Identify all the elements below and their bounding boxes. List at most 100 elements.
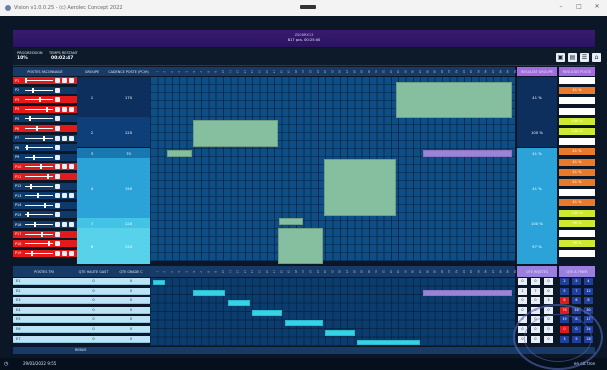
slider-knob[interactable] — [32, 87, 34, 93]
minimize-icon[interactable]: – — [556, 3, 566, 10]
poste-row[interactable]: P5 — [13, 115, 77, 123]
poste-action-button[interactable] — [62, 135, 67, 141]
poste-slider[interactable] — [25, 174, 53, 179]
slider-knob[interactable] — [33, 154, 35, 160]
slider-knob[interactable] — [36, 126, 38, 131]
tri-task-block[interactable] — [252, 310, 282, 316]
poste-action-button[interactable] — [55, 222, 60, 227]
poste-action-button[interactable] — [69, 222, 74, 227]
slider-knob[interactable] — [41, 231, 43, 237]
poste-action-button[interactable] — [62, 222, 67, 227]
poste-action-button[interactable] — [62, 164, 67, 170]
poste-action-button[interactable] — [55, 183, 60, 189]
poste-slider[interactable] — [25, 222, 53, 227]
poste-action-button[interactable] — [55, 231, 60, 237]
slider-knob[interactable] — [40, 164, 42, 170]
poste-row[interactable]: P4 — [13, 105, 77, 113]
poste-slider[interactable] — [25, 126, 53, 131]
poste-row[interactable]: P1 — [13, 77, 77, 84]
poste-slider[interactable] — [25, 250, 53, 256]
poste-row[interactable]: P11 — [13, 173, 77, 180]
poste-action-button[interactable] — [69, 106, 74, 112]
poste-slider[interactable] — [25, 193, 53, 199]
machine-icon[interactable]: ⌂ — [592, 53, 601, 62]
poste-action-button[interactable] — [55, 202, 60, 208]
poste-action-button[interactable] — [62, 78, 67, 83]
slider-knob[interactable] — [39, 97, 41, 103]
poste-action-button[interactable] — [69, 164, 74, 170]
maximize-icon[interactable]: □ — [574, 3, 584, 10]
poste-action-button[interactable] — [55, 106, 60, 112]
task-block[interactable] — [278, 228, 323, 264]
tri-row[interactable]: E2 0 0 — [13, 287, 150, 295]
save-icon[interactable]: ▣ — [556, 53, 565, 62]
poste-row[interactable]: P17 — [13, 230, 77, 238]
poste-slider[interactable] — [25, 106, 53, 112]
poste-row[interactable]: P8 — [13, 144, 77, 152]
poste-action-button[interactable] — [62, 193, 67, 199]
poste-action-button[interactable] — [55, 97, 60, 103]
poste-action-button[interactable] — [55, 145, 60, 151]
tri-row[interactable]: E4 0 0 — [13, 306, 150, 314]
poste-action-button[interactable] — [55, 241, 60, 247]
poste-action-button[interactable] — [69, 78, 74, 83]
tri-task-block[interactable] — [228, 300, 250, 306]
poste-slider[interactable] — [25, 97, 53, 103]
poste-slider[interactable] — [25, 231, 53, 237]
poste-slider[interactable] — [25, 202, 53, 208]
poste-action-button[interactable] — [69, 193, 74, 199]
poste-slider[interactable] — [25, 87, 53, 93]
task-block[interactable] — [279, 218, 303, 225]
tri-task-block-purple[interactable] — [423, 290, 512, 296]
poste-action-button[interactable] — [55, 174, 60, 179]
tri-row[interactable]: E6 0 0 — [13, 326, 150, 333]
task-block[interactable] — [167, 150, 192, 157]
tri-task-block[interactable] — [285, 320, 323, 326]
poste-row[interactable]: P13 — [13, 192, 77, 200]
poste-action-button[interactable] — [55, 193, 60, 199]
poste-slider[interactable] — [25, 116, 53, 122]
poste-slider[interactable] — [25, 164, 53, 170]
poste-row[interactable]: P19 — [13, 249, 77, 257]
tri-task-block[interactable] — [153, 280, 165, 285]
tri-row[interactable]: E7 0 0 — [13, 335, 150, 343]
poste-action-button[interactable] — [62, 106, 67, 112]
poste-row[interactable]: P14 — [13, 201, 77, 209]
poste-row[interactable]: P15 — [13, 211, 77, 219]
slider-knob[interactable] — [34, 222, 36, 227]
poste-action-button[interactable] — [55, 250, 60, 256]
poste-slider[interactable] — [25, 135, 53, 141]
tri-task-block[interactable] — [325, 330, 355, 336]
close-icon[interactable]: ✕ — [592, 3, 602, 10]
poste-slider[interactable] — [25, 78, 53, 83]
slider-knob[interactable] — [31, 250, 33, 256]
tri-row[interactable]: E3 0 0 — [13, 297, 150, 305]
poste-action-button[interactable] — [55, 135, 60, 141]
poste-action-button[interactable] — [69, 250, 74, 256]
slider-knob[interactable] — [29, 116, 31, 122]
poste-slider[interactable] — [25, 212, 53, 218]
tri-row[interactable]: E1 0 0 — [13, 278, 150, 285]
slider-knob[interactable] — [47, 174, 49, 179]
slider-knob[interactable] — [48, 241, 50, 247]
poste-row[interactable]: P9 — [13, 153, 77, 161]
list-icon[interactable]: ☰ — [580, 53, 589, 62]
task-block-purple[interactable] — [423, 150, 512, 157]
poste-slider[interactable] — [25, 241, 53, 247]
poste-action-button[interactable] — [55, 78, 60, 83]
poste-row[interactable]: P10 — [13, 163, 77, 171]
poste-row[interactable]: P2 — [13, 86, 77, 94]
task-block[interactable] — [193, 120, 278, 147]
poste-row[interactable]: P3 — [13, 96, 77, 104]
slider-knob[interactable] — [30, 183, 32, 189]
tri-row[interactable]: E5 0 0 — [13, 316, 150, 324]
slider-knob[interactable] — [25, 78, 27, 83]
poste-action-button[interactable] — [55, 164, 60, 170]
poste-row[interactable]: P7 — [13, 134, 77, 142]
poste-action-button[interactable] — [55, 154, 60, 160]
slider-knob[interactable] — [27, 212, 29, 218]
poste-action-button[interactable] — [55, 87, 60, 93]
slider-knob[interactable] — [44, 202, 46, 208]
document-icon[interactable]: ▤ — [568, 53, 577, 62]
poste-slider[interactable] — [25, 145, 53, 151]
